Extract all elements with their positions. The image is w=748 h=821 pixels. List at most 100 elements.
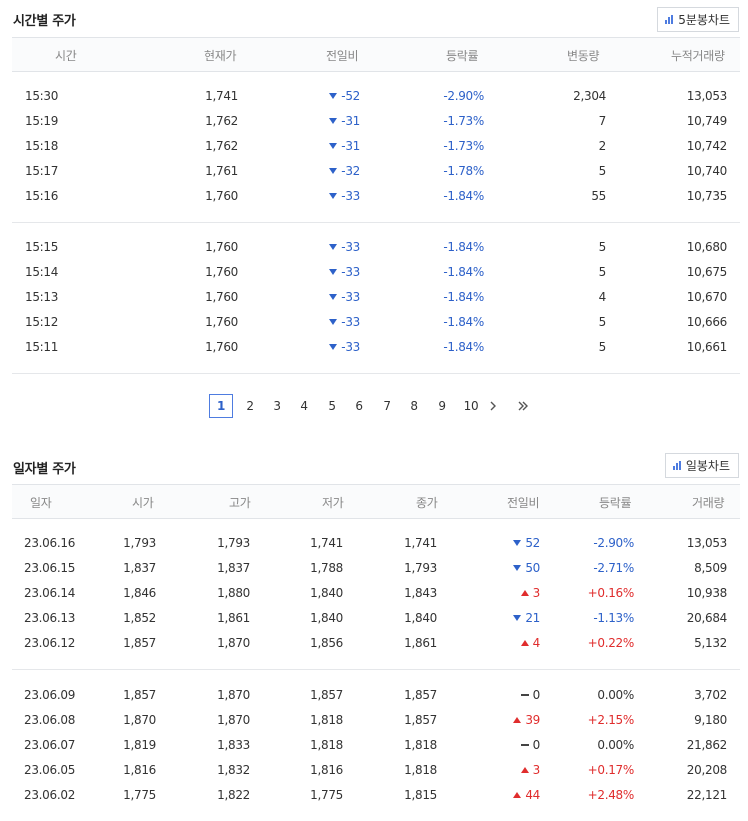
column-header: 거래량 [692, 496, 725, 510]
page-link-10[interactable]: 10 [457, 394, 485, 418]
down-arrow-icon [329, 143, 338, 149]
column-header: 종가 [416, 496, 438, 510]
price-cell: 1,760 [205, 340, 238, 354]
column-header: 누적거래량 [671, 49, 725, 63]
change-value: -31 [341, 114, 360, 128]
close-cell: 1,857 [404, 688, 437, 702]
change-cell: -32 [329, 164, 360, 178]
up-arrow-icon [520, 640, 529, 646]
price-cell: 1,760 [205, 240, 238, 254]
rate-cell: -1.73% [443, 139, 484, 153]
high-cell: 1,870 [217, 688, 250, 702]
vol-cell: 20,684 [686, 611, 728, 625]
change-cell: -33 [329, 240, 360, 254]
rate-cell: -1.84% [443, 340, 484, 354]
five-minute-chart-label: 5분봉차트 [678, 13, 730, 27]
change-cell: -33 [329, 290, 360, 304]
table-row: 15:19 1,762 -31 -1.73% 7 10,749 [12, 108, 740, 133]
change-cell: -33 [329, 340, 360, 354]
time-table-header: 시간 현재가 전일비 등락률 변동량 누적거래량 [12, 37, 740, 72]
page-link-4[interactable]: 4 [292, 394, 316, 418]
table-row: 15:11 1,760 -33 -1.84% 5 10,661 [12, 334, 740, 359]
daily-table-header: 일자 시가 고가 저가 종가 전일비 등락률 거래량 [12, 484, 740, 519]
page-link-7[interactable]: 7 [375, 394, 399, 418]
change-value: -32 [341, 164, 360, 178]
high-cell: 1,861 [217, 611, 250, 625]
five-minute-chart-button[interactable]: 5분봉차트 [657, 7, 739, 32]
price-cell: 1,760 [205, 315, 238, 329]
cum-cell: 10,740 [686, 164, 728, 178]
close-cell: 1,857 [404, 713, 437, 727]
rate-cell: +0.16% [587, 586, 635, 600]
vol-cell: 13,053 [686, 536, 728, 550]
change-cell: 0 [520, 738, 540, 752]
page-link-3[interactable]: 3 [265, 394, 289, 418]
page-link-9[interactable]: 9 [430, 394, 454, 418]
high-cell: 1,793 [217, 536, 250, 550]
high-cell: 1,880 [217, 586, 250, 600]
cum-cell: 10,749 [686, 114, 728, 128]
down-arrow-icon [329, 193, 338, 199]
column-header: 현재가 [204, 49, 237, 63]
vol-cell: 10,938 [686, 586, 728, 600]
page-link-5[interactable]: 5 [320, 394, 344, 418]
open-cell: 1,857 [123, 688, 156, 702]
column-header: 전일비 [326, 49, 359, 63]
table-row: 15:30 1,741 -52 -2.90% 2,304 13,053 [12, 83, 740, 108]
table-row: 23.06.12 1,857 1,870 1,856 1,861 4 +0.22% 5,132 [12, 630, 740, 655]
high-cell: 1,870 [217, 713, 250, 727]
date-cell: 23.06.16 [24, 536, 76, 550]
cum-cell: 13,053 [686, 89, 728, 103]
cum-cell: 10,735 [686, 189, 728, 203]
daily-chart-button[interactable]: 일봉차트 [664, 453, 739, 478]
close-cell: 1,741 [404, 536, 437, 550]
rate-cell: 0.00% [597, 738, 634, 752]
change-cell: 0 [520, 688, 540, 702]
rate-cell: -1.84% [443, 290, 484, 304]
open-cell: 1,857 [123, 636, 156, 650]
close-cell: 1,861 [404, 636, 437, 650]
low-cell: 1,818 [310, 713, 343, 727]
open-cell: 1,816 [123, 763, 156, 777]
pagination: 1 2 3 4 5 6 7 8 9 10 [0, 394, 748, 420]
time-cell: 15:16 [25, 189, 59, 203]
page-link-2[interactable]: 2 [238, 394, 262, 418]
low-cell: 1,857 [310, 688, 343, 702]
bar-chart-icon [665, 15, 674, 24]
cum-cell: 10,661 [686, 340, 728, 354]
table-row: 23.06.13 1,852 1,861 1,840 1,840 21 -1.13% 20,6… [12, 605, 740, 630]
table-row: 15:17 1,761 -32 -1.78% 5 10,740 [12, 158, 740, 183]
change-value: -33 [341, 189, 360, 203]
table-row: 23.06.15 1,837 1,837 1,788 1,793 50 -2.71% 8,50… [12, 555, 740, 580]
open-cell: 1,837 [123, 561, 156, 575]
low-cell: 1,840 [310, 586, 343, 600]
page-link-1[interactable]: 1 [209, 394, 233, 418]
rate-cell: -2.90% [443, 89, 484, 103]
up-arrow-icon [520, 590, 529, 596]
column-header: 시간 [55, 49, 77, 63]
time-cell: 15:12 [25, 315, 59, 329]
change-value: 50 [525, 561, 540, 575]
page-link-8[interactable]: 8 [402, 394, 426, 418]
table-row: 15:16 1,760 -33 -1.84% 55 10,735 [12, 183, 740, 208]
date-cell: 23.06.08 [24, 713, 76, 727]
flat-dash-icon [520, 694, 529, 696]
rate-cell: +2.15% [587, 713, 635, 727]
vol-cell: 9,180 [694, 713, 727, 727]
chevron-right-icon[interactable] [489, 400, 497, 415]
change-cell: 3 [520, 586, 540, 600]
column-header: 등락률 [446, 49, 479, 63]
rate-cell: -2.71% [593, 561, 634, 575]
table-row: 15:14 1,760 -33 -1.84% 5 10,675 [12, 259, 740, 284]
change-cell: -33 [329, 189, 360, 203]
rate-cell: -1.84% [443, 265, 484, 279]
vol-cell: 22,121 [686, 788, 728, 802]
table-row: 15:12 1,760 -33 -1.84% 5 10,666 [12, 309, 740, 334]
change-cell: 3 [520, 763, 540, 777]
double-chevron-right-icon[interactable] [517, 400, 529, 415]
page-link-6[interactable]: 6 [347, 394, 371, 418]
rate-cell: -1.84% [443, 240, 484, 254]
open-cell: 1,870 [123, 713, 156, 727]
date-cell: 23.06.15 [24, 561, 76, 575]
open-cell: 1,819 [123, 738, 156, 752]
